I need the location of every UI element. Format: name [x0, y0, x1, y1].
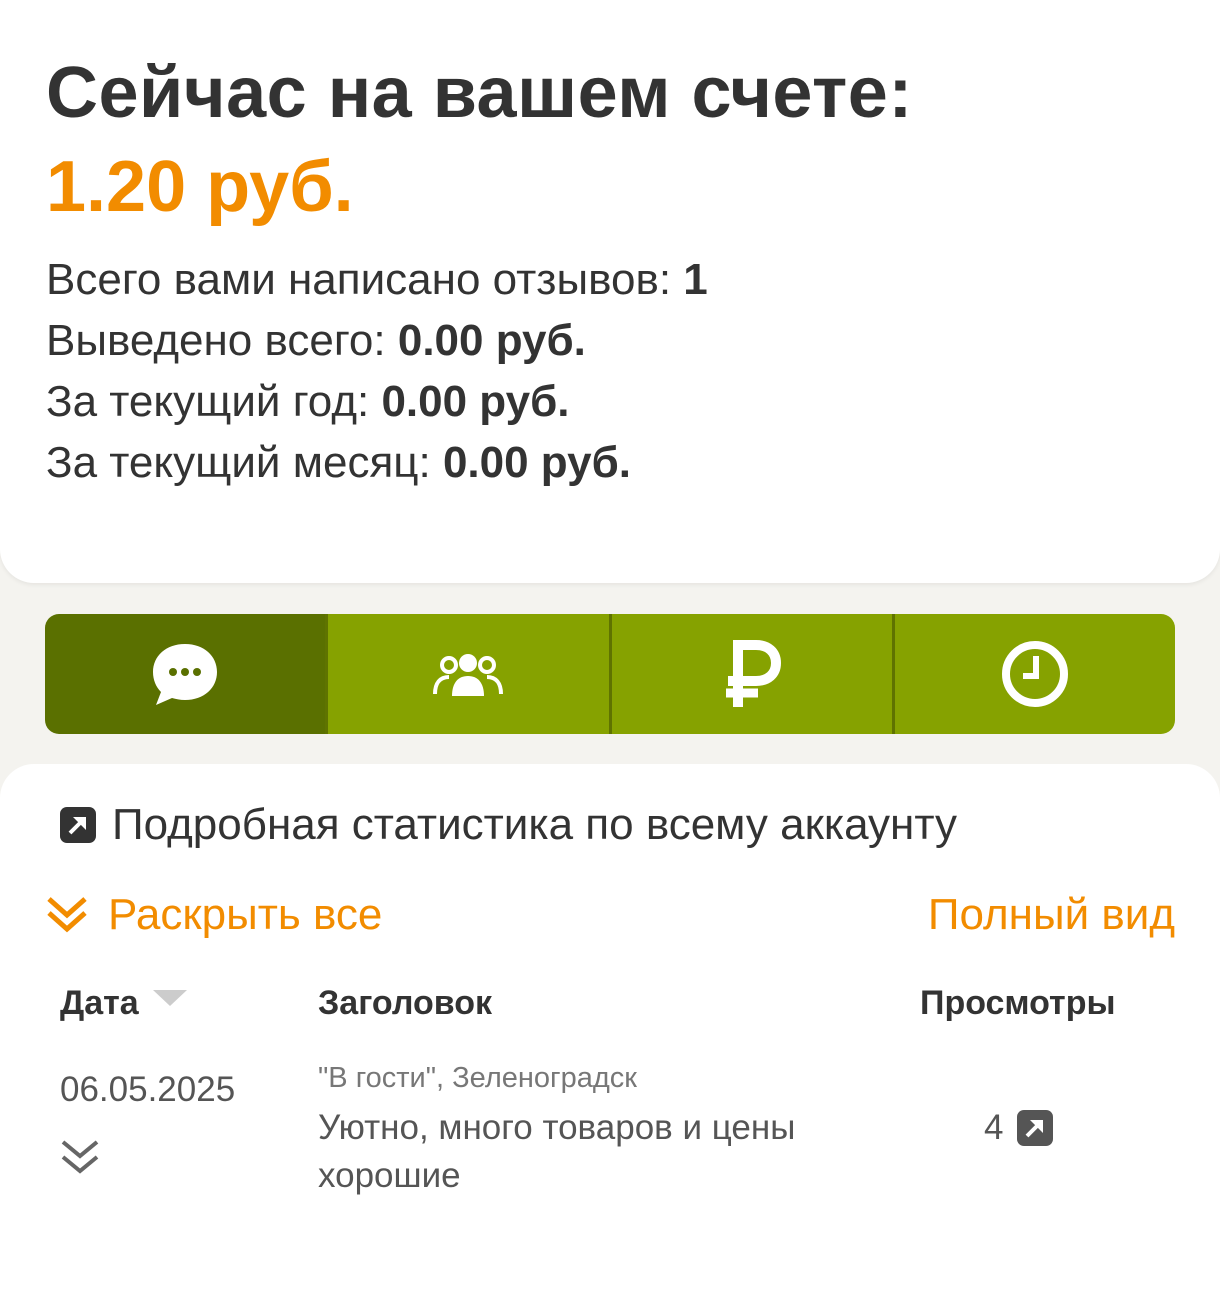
- ruble-icon: [725, 640, 781, 707]
- tab-money[interactable]: [608, 614, 892, 734]
- column-header-date[interactable]: Дата: [60, 984, 189, 1023]
- double-chevron-down-icon: [61, 1140, 99, 1174]
- stat-label: За текущий месяц:: [46, 438, 443, 487]
- users-group-icon: [433, 654, 504, 696]
- section-tabs: [45, 614, 1175, 734]
- stat-label: За текущий год:: [46, 377, 382, 426]
- clock-icon: [1001, 641, 1068, 707]
- account-balance-card: Сейчас на вашем счете: 1.20 руб. Всего в…: [0, 0, 1220, 583]
- stat-reviews-written: Всего вами написано отзывов: 1: [46, 255, 708, 305]
- detailed-stats-link[interactable]: Подробная статистика по всему аккаунту: [60, 800, 957, 850]
- expand-all-label: Раскрыть все: [108, 890, 383, 939]
- tab-subscribers[interactable]: [325, 614, 609, 734]
- stat-value: 1: [683, 255, 708, 304]
- stat-value: 0.00 руб.: [381, 377, 570, 426]
- expand-all-button[interactable]: Раскрыть все: [46, 890, 382, 940]
- stat-withdrawn-total: Выведено всего: 0.00 руб.: [46, 316, 586, 366]
- stat-value: 0.00 руб.: [442, 438, 631, 487]
- chat-bubble-icon: [153, 644, 218, 705]
- detailed-stats-label: Подробная статистика по всему аккаунту: [112, 800, 958, 849]
- sort-desc-icon: [152, 989, 187, 1006]
- stat-label: Всего вами написано отзывов:: [46, 255, 684, 304]
- balance-amount: 1.20 руб.: [46, 147, 354, 227]
- double-chevron-down-icon: [47, 897, 87, 933]
- views-count: 4: [984, 1108, 1004, 1147]
- expand-row-button[interactable]: [60, 1138, 100, 1181]
- review-title[interactable]: Уютно, много товаров и цены хорошие: [318, 1104, 878, 1200]
- external-link-icon[interactable]: [1017, 1110, 1054, 1146]
- stat-current-year: За текущий год: 0.00 руб.: [46, 377, 569, 427]
- stat-label: Выведено всего:: [46, 316, 398, 365]
- external-link-icon: [60, 807, 96, 843]
- column-header-title: Заголовок: [318, 984, 493, 1022]
- full-view-link[interactable]: Полный вид: [928, 890, 1175, 940]
- stat-current-month: За текущий месяц: 0.00 руб.: [46, 438, 631, 488]
- date-header-label: Дата: [60, 984, 139, 1022]
- review-place[interactable]: "В гости", Зеленоградск: [318, 1062, 637, 1095]
- balance-title: Сейчас на вашем счете:: [46, 53, 913, 133]
- review-views: 4: [984, 1108, 1054, 1148]
- review-date: 06.05.2025: [60, 1070, 236, 1109]
- stat-value: 0.00 руб.: [397, 316, 586, 365]
- column-header-views: Просмотры: [920, 984, 1116, 1022]
- tab-reviews[interactable]: [45, 614, 326, 734]
- tab-history[interactable]: [891, 614, 1175, 734]
